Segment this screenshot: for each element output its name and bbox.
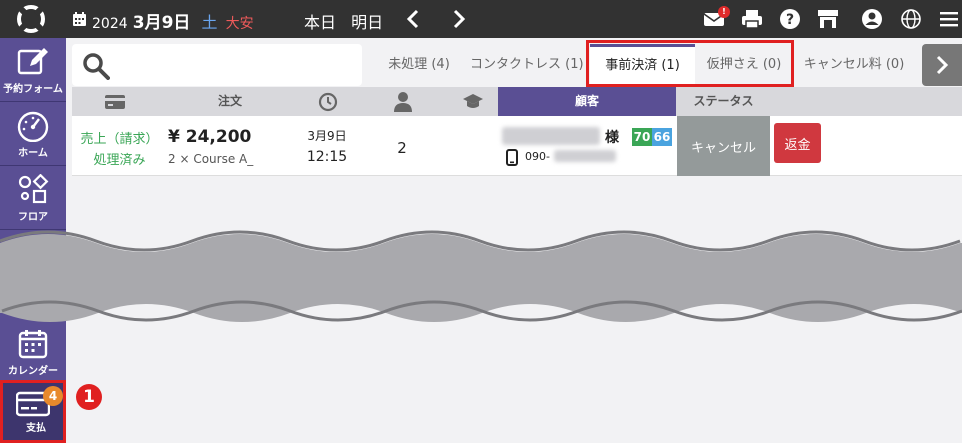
- mail-badge: !: [718, 6, 730, 18]
- sidebar-item-label: ホーム: [18, 148, 48, 159]
- sidebar-item-reservation-form[interactable]: 予約フォーム: [0, 38, 66, 102]
- sidebar-item-label: フロア: [18, 212, 48, 223]
- svg-text:?: ?: [786, 12, 794, 28]
- chevron-right-icon: [936, 55, 949, 75]
- rank-score-badge: 66: [652, 128, 672, 146]
- date-weekday: 土: [201, 13, 218, 32]
- order-price: ¥ 24,200: [168, 127, 252, 147]
- person-icon: [394, 92, 412, 112]
- customer-name-redacted: [502, 127, 600, 145]
- search-icon[interactable]: [82, 52, 110, 80]
- tab-tentative-hold[interactable]: 仮押さえ (0): [698, 44, 790, 86]
- refund-button[interactable]: 返金: [774, 123, 821, 163]
- sidebar-item-label: カレンダー: [8, 366, 58, 377]
- column-order: 注文: [217, 94, 242, 108]
- edit-form-icon: [17, 48, 48, 75]
- store-icon[interactable]: [817, 8, 839, 30]
- current-date[interactable]: 2024 3月9日 土 大安: [92, 8, 254, 33]
- chevron-left-icon[interactable]: [404, 8, 422, 30]
- party-size: 2: [397, 139, 407, 157]
- sidebar-item-payment[interactable]: 4 支払: [0, 380, 66, 443]
- calendar-icon: [73, 12, 86, 26]
- tomorrow-button[interactable]: 明日: [351, 13, 383, 32]
- chevron-right-icon[interactable]: [450, 8, 468, 30]
- payment-status-processed: 処理済み: [93, 153, 146, 168]
- customer-honorific: 様: [605, 130, 619, 146]
- sidebar-item-label: 予約フォーム: [3, 84, 63, 95]
- visit-score-badge: 70: [632, 128, 652, 146]
- date-year: 2024: [92, 16, 128, 32]
- column-status: ステータス: [693, 94, 754, 108]
- payment-count-badge: 4: [43, 386, 63, 406]
- payment-status-sales: 売上（請求）: [80, 132, 159, 147]
- sidebar-item-home[interactable]: ホーム: [0, 102, 66, 166]
- day-shortcuts: 本日 明日: [304, 9, 383, 33]
- search-input[interactable]: [118, 50, 354, 80]
- tab-cancellation-fee[interactable]: キャンセル料 (0): [800, 44, 908, 86]
- reservation-time: 12:15: [306, 149, 348, 165]
- table-header: 注文 顧客 ステータス: [72, 87, 962, 116]
- reservation-date: 3月9日: [307, 129, 347, 143]
- cancel-button[interactable]: キャンセル: [677, 116, 770, 176]
- help-icon[interactable]: ?: [779, 8, 801, 30]
- sidebar-item-floor[interactable]: フロア: [0, 166, 66, 230]
- content-omitted-divider: [0, 230, 962, 322]
- tab-prepayment[interactable]: 事前決済 (1): [590, 44, 695, 86]
- mobile-phone-icon: [506, 149, 518, 166]
- globe-icon[interactable]: [900, 8, 922, 30]
- order-course: 2 × Course A_: [168, 152, 254, 166]
- print-icon[interactable]: [741, 8, 763, 30]
- floor-layout-icon: [18, 174, 49, 204]
- dashboard-gauge-icon: [17, 111, 49, 142]
- customer-phone-redacted: [554, 150, 616, 162]
- customer-phone: 090-: [525, 150, 550, 163]
- top-bar: 2024 3月9日 土 大安 本日 明日 ! ?: [0, 0, 962, 38]
- step-number-marker: 1: [76, 384, 102, 410]
- column-customer: 顧客: [498, 87, 676, 116]
- app-logo-icon[interactable]: [15, 4, 47, 34]
- tab-unprocessed[interactable]: 未処理 (4): [376, 44, 462, 86]
- table-row[interactable]: 売上（請求） 処理済み ¥ 24,200 2 × Course A_ 3月9日 …: [72, 116, 962, 176]
- account-icon[interactable]: [861, 8, 883, 30]
- today-button[interactable]: 本日: [304, 13, 336, 32]
- sidebar-item-label: 支払: [26, 423, 46, 434]
- tab-contactless[interactable]: コンタクトレス (1): [470, 44, 584, 86]
- app-root: 2024 3月9日 土 大安 本日 明日 ! ? 予約フォーム ホーム フロア …: [0, 0, 962, 443]
- search-box: [72, 44, 362, 86]
- clock-icon: [318, 92, 338, 112]
- menu-icon[interactable]: [938, 8, 960, 30]
- date-month-day: 3月9日: [132, 13, 191, 33]
- date-rokuyo: 大安: [225, 16, 254, 32]
- payment-card-column-icon: [105, 95, 125, 109]
- graduation-cap-icon: [463, 94, 483, 108]
- tabs-scroll-next-button[interactable]: [922, 44, 962, 86]
